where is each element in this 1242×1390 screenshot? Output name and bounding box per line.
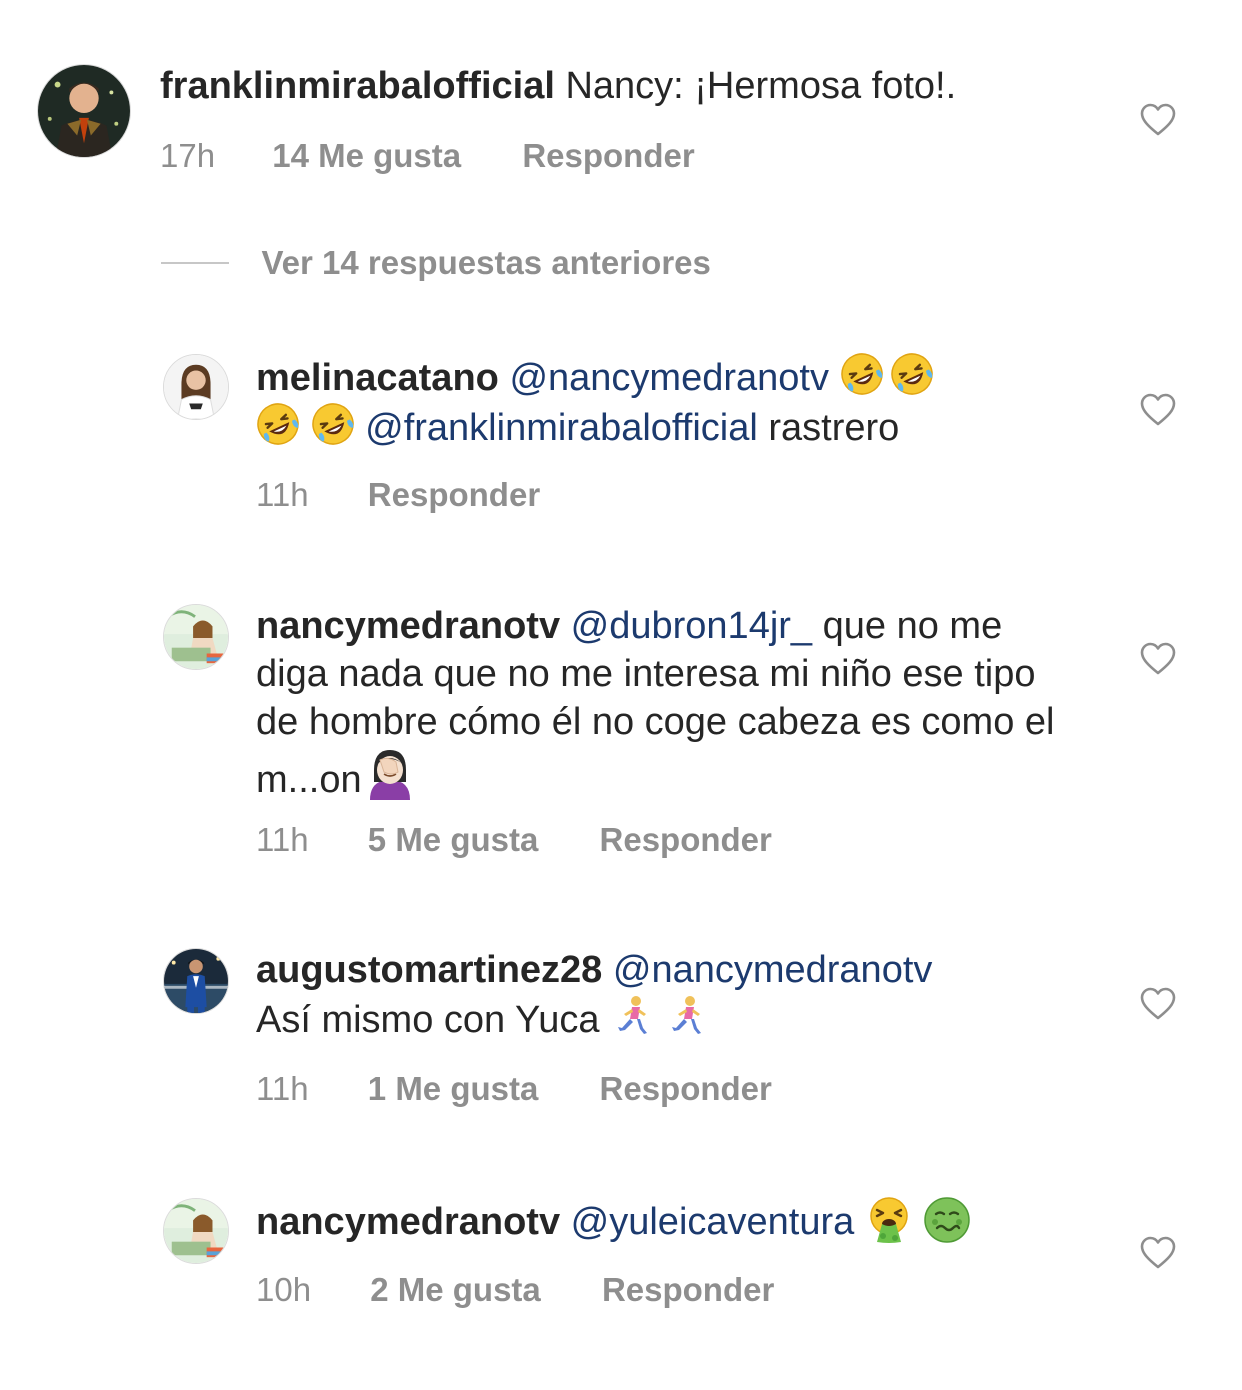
avatar[interactable]: [37, 64, 131, 158]
comment-body: Nancy: ¡Hermosa foto!.: [565, 65, 957, 107]
mention-link[interactable]: @franklinmirabalofficial: [365, 407, 758, 449]
comment-text: melinacatano @nancymedranotv @franklinmi…: [256, 352, 1076, 452]
comment-meta: 11h Responder: [256, 475, 540, 515]
avatar[interactable]: [163, 948, 229, 1014]
comment-text: augustomartinez28 @nancymedranotv Así mi…: [256, 946, 1076, 1044]
like-heart-icon[interactable]: [1140, 1236, 1176, 1270]
rolling-on-floor-laughing-icon: [890, 352, 934, 396]
like-heart-icon[interactable]: [1140, 642, 1176, 676]
comment-username[interactable]: melinacatano: [256, 357, 499, 399]
comment-meta: 17h 14 Me gusta Responder: [160, 136, 695, 176]
comment-time: 11h: [256, 1070, 309, 1107]
rolling-on-floor-laughing-icon: [840, 352, 884, 396]
comment-text: nancymedranotv @dubron14jr_ que no me di…: [256, 602, 1076, 804]
comment-username[interactable]: franklinmirabalofficial: [160, 65, 555, 107]
mention-link[interactable]: @nancymedranotv: [509, 357, 829, 399]
rolling-on-floor-laughing-icon: [311, 402, 355, 446]
comment-text: franklinmirabalofficial Nancy: ¡Hermosa …: [160, 62, 1120, 110]
mention-link[interactable]: @yuleicaventura: [571, 1201, 855, 1243]
comment-body: rastrero: [768, 407, 900, 449]
comment-meta: 11h 5 Me gusta Responder: [256, 820, 772, 860]
reply-button[interactable]: Responder: [600, 1069, 772, 1109]
reply-button[interactable]: Responder: [602, 1270, 774, 1310]
comment-meta: 11h 1 Me gusta Responder: [256, 1069, 772, 1109]
comment-username[interactable]: nancymedranotv: [256, 1201, 560, 1243]
comment-time: 11h: [256, 821, 309, 858]
comment-likes-count[interactable]: 1 Me gusta: [368, 1069, 539, 1109]
avatar[interactable]: [163, 354, 229, 420]
comment-time: 17h: [160, 137, 216, 174]
avatar[interactable]: [163, 604, 229, 670]
reply-button[interactable]: Responder: [522, 136, 694, 176]
rolling-on-floor-laughing-icon: [256, 402, 300, 446]
person-running-icon: [664, 994, 708, 1038]
comment-likes-count[interactable]: 5 Me gusta: [368, 820, 539, 860]
like-heart-icon[interactable]: [1140, 987, 1176, 1021]
comment-time: 11h: [256, 476, 309, 513]
mention-link[interactable]: @dubron14jr_: [571, 605, 812, 647]
view-previous-replies-label: Ver 14 respuestas anteriores: [261, 244, 711, 281]
comment-username[interactable]: augustomartinez28: [256, 949, 602, 991]
face-vomiting-icon: [865, 1196, 913, 1244]
view-previous-replies-button[interactable]: Ver 14 respuestas anteriores: [161, 244, 711, 288]
comment-meta: 10h 2 Me gusta Responder: [256, 1270, 774, 1310]
avatar[interactable]: [163, 1198, 229, 1264]
comment-username[interactable]: nancymedranotv: [256, 605, 560, 647]
reply-button[interactable]: Responder: [600, 820, 772, 860]
like-heart-icon[interactable]: [1140, 103, 1176, 137]
reply-button[interactable]: Responder: [368, 475, 540, 515]
woman-facepalming-icon: [362, 746, 418, 802]
like-heart-icon[interactable]: [1140, 393, 1176, 427]
comment-time: 10h: [256, 1271, 312, 1308]
comment-likes-count[interactable]: 2 Me gusta: [370, 1270, 541, 1310]
comment-text: nancymedranotv @yuleicaventura: [256, 1196, 1076, 1246]
mention-link[interactable]: @nancymedranotv: [613, 949, 933, 991]
comment-body: Así mismo con Yuca: [256, 999, 600, 1041]
divider-line: [161, 262, 229, 264]
person-running-icon: [610, 994, 654, 1038]
comment-likes-count[interactable]: 14 Me gusta: [272, 136, 461, 176]
nauseated-face-icon: [923, 1196, 971, 1244]
